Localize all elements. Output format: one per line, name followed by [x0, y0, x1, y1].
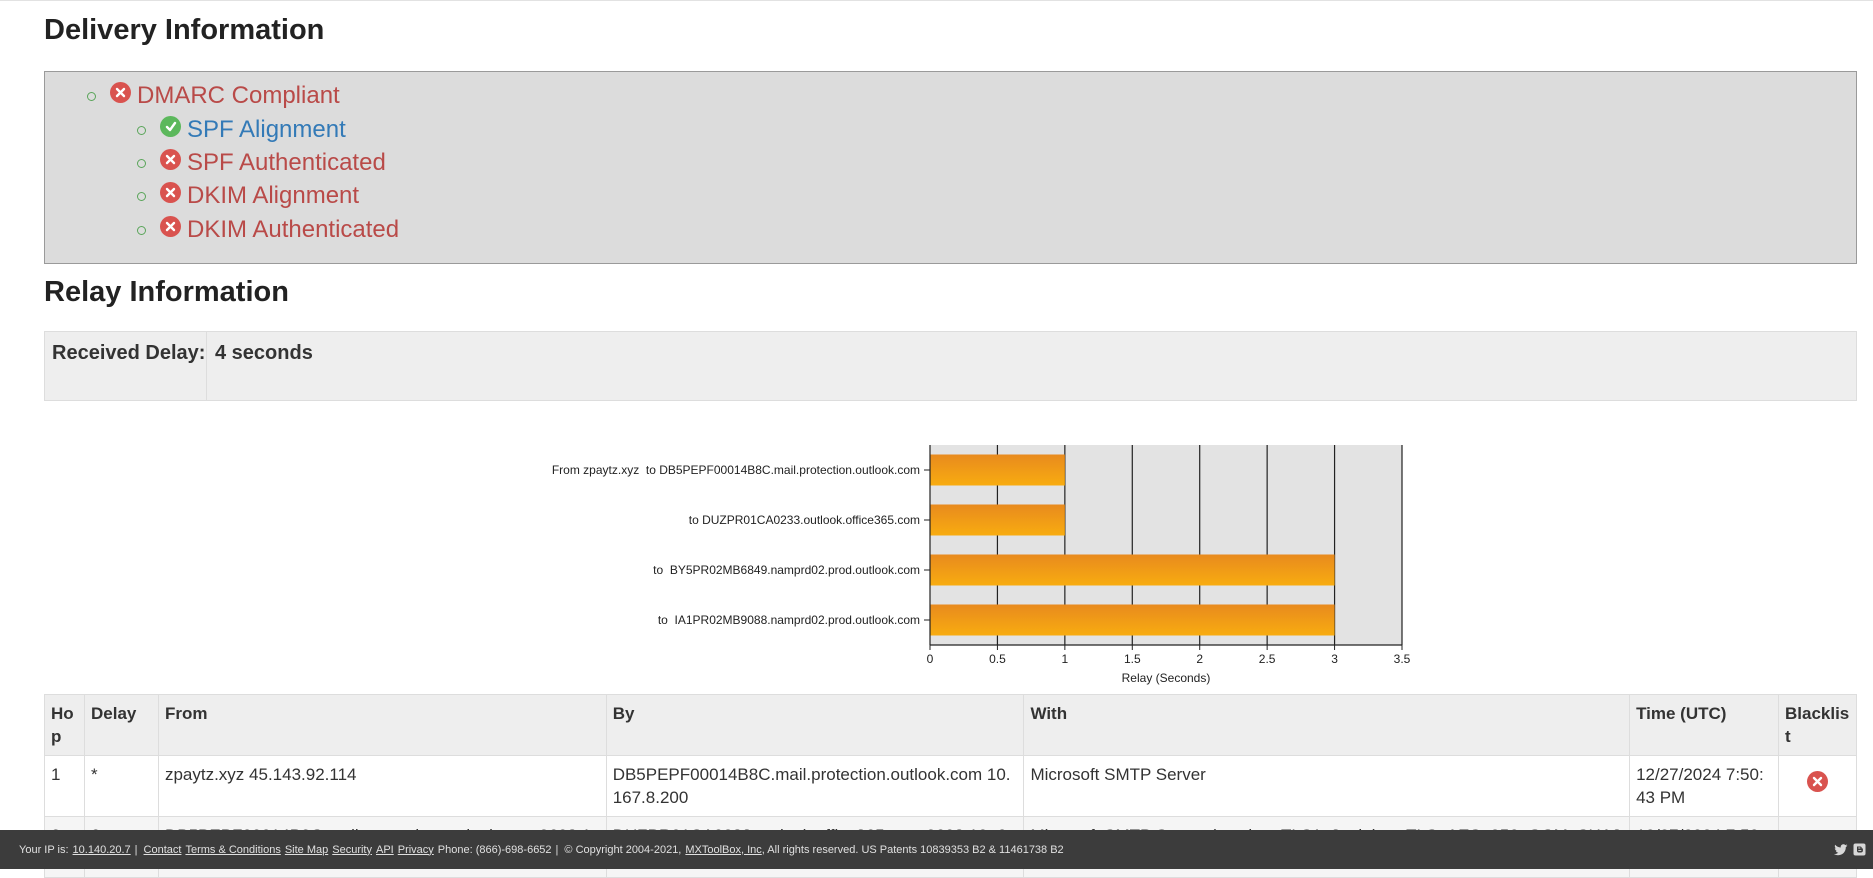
dmarc-item-label: DMARC Compliant — [137, 82, 340, 109]
cell-by: DB5PEPF00014B8C.mail.protection.outlook.… — [605, 755, 1025, 817]
footer-phone: Phone: (866)-698-6652 — [437, 843, 552, 856]
relay-chart-svg: 0 0.5 1 1.5 2 2.5 3 3.5 From zpaytz.xyz to DB5PE… — [552, 445, 1411, 685]
chart-category-label: to DUZPR01CA0233.outlook.office365.com — [689, 513, 920, 527]
chart-x-tick-label: 3.5 — [1394, 652, 1411, 666]
footer-link-api[interactable]: API — [376, 844, 394, 856]
dmarc-item-spf-alignment: SPF Alignment — [137, 114, 346, 146]
dmarc-item-dmarc-compliant: DMARC Compliant — [87, 80, 340, 112]
chart-x-tick-label: 1 — [1062, 652, 1069, 666]
circle-x-icon — [160, 215, 181, 237]
footer-ip-prefix: Your IP is: — [19, 843, 69, 856]
footer-copyright: © Copyright 2004-2021, — [564, 843, 682, 856]
footer-link-terms[interactable]: Terms & Conditions — [185, 844, 280, 856]
bullet-icon — [137, 158, 146, 168]
column-header-from: From — [157, 694, 607, 756]
dmarc-item-label: DKIM Authenticated — [187, 216, 400, 243]
table-row: 1 * zpaytz.xyz 45.143.92.114 DB5PEPF0001… — [44, 755, 1857, 817]
dmarc-panel: DMARC Compliant SPF Alignment SPF Authen… — [44, 71, 1857, 264]
chart-bar — [930, 604, 1335, 636]
top-divider — [0, 0, 1873, 1]
column-header-time: Time (UTC) — [1629, 694, 1779, 756]
chart-category-label: to IA1PR02MB9088.namprd02.prod.outlook.c… — [658, 613, 920, 627]
column-header-hop: Hop — [44, 694, 85, 756]
received-delay-table: Received Delay: 4 seconds — [44, 331, 1857, 401]
footer-company-link[interactable]: MXToolBox, Inc — [685, 844, 761, 856]
bullet-icon — [87, 91, 96, 101]
circle-x-icon — [160, 148, 181, 170]
dmarc-item-dkim-alignment: DKIM Alignment — [137, 180, 359, 212]
cell-blacklist — [1778, 755, 1857, 817]
received-delay-label: Received Delay: — [45, 332, 207, 400]
relay-chart: 0 0.5 1 1.5 2 2.5 3 3.5 From zpaytz.xyz to DB5PE… — [44, 430, 1857, 690]
footer-link-security[interactable]: Security — [332, 844, 372, 856]
hop-table-header-row: Hop Delay From By With Time (UTC) Blackl… — [44, 694, 1857, 756]
chart-x-tick-label: 3 — [1331, 652, 1338, 666]
chart-x-axis-label: Relay (Seconds) — [1122, 671, 1211, 685]
column-header-by: By — [605, 694, 1025, 756]
footer-link-sitemap[interactable]: Site Map — [285, 844, 328, 856]
footer-separator: | — [134, 843, 138, 856]
bullet-icon — [137, 225, 146, 235]
bullet-icon — [137, 125, 146, 135]
footer-separator: | — [555, 843, 559, 856]
twitter-icon[interactable] — [1833, 842, 1848, 857]
cell-delay: * — [83, 755, 159, 817]
footer-rights: , All rights reserved. US Patents 108393… — [761, 843, 1064, 856]
bullet-icon — [137, 191, 146, 201]
chart-x-tick-label: 0.5 — [989, 652, 1006, 666]
footer-link-contact[interactable]: Contact — [144, 844, 182, 856]
cell-from: zpaytz.xyz 45.143.92.114 — [157, 755, 607, 817]
footer-bar: Your IP is: 10.140.20.7 | Contact Terms … — [0, 830, 1873, 869]
dmarc-item-label: DKIM Alignment — [187, 182, 360, 209]
chart-bar — [930, 504, 1065, 536]
circle-x-icon — [110, 81, 131, 103]
chart-x-tick-label: 1.5 — [1124, 652, 1141, 666]
dmarc-item-label: SPF Alignment — [187, 116, 346, 143]
cell-with: Microsoft SMTP Server — [1023, 755, 1631, 817]
received-delay-label-text: Received Delay: — [52, 342, 206, 364]
blogger-icon[interactable] — [1852, 842, 1867, 857]
chart-x-tick-label: 0 — [927, 652, 934, 666]
chart-bar — [930, 454, 1065, 486]
circle-x-icon — [160, 181, 181, 203]
chart-x-tick-label: 2.5 — [1259, 652, 1276, 666]
dmarc-item-spf-authenticated: SPF Authenticated — [137, 147, 386, 179]
cell-hop: 1 — [44, 755, 85, 817]
delivery-section-title: Delivery Information — [44, 14, 325, 46]
chart-x-tick-label: 2 — [1196, 652, 1203, 666]
relay-section-title: Relay Information — [44, 276, 289, 308]
column-header-with: With — [1023, 694, 1631, 756]
received-delay-value: 4 seconds — [215, 342, 313, 364]
column-header-delay: Delay — [83, 694, 159, 756]
footer-ip-link[interactable]: 10.140.20.7 — [73, 844, 131, 856]
dmarc-item-label: SPF Authenticated — [187, 149, 386, 176]
column-header-blacklist: Blacklist — [1778, 694, 1857, 756]
chart-bar — [930, 554, 1335, 586]
footer-link-privacy[interactable]: Privacy — [398, 844, 434, 856]
cell-time: 12/27/2024 7:50:43 PM — [1629, 755, 1779, 817]
circle-check-icon — [160, 115, 181, 137]
social-links — [1833, 842, 1867, 857]
circle-x-icon[interactable] — [1807, 771, 1828, 792]
chart-category-label: to BY5PR02MB6849.namprd02.prod.outlook.c… — [653, 563, 920, 577]
chart-category-label: From zpaytz.xyz to DB5PEPF00014B8C.mail.… — [552, 463, 920, 477]
dmarc-item-dkim-authenticated: DKIM Authenticated — [137, 214, 399, 246]
